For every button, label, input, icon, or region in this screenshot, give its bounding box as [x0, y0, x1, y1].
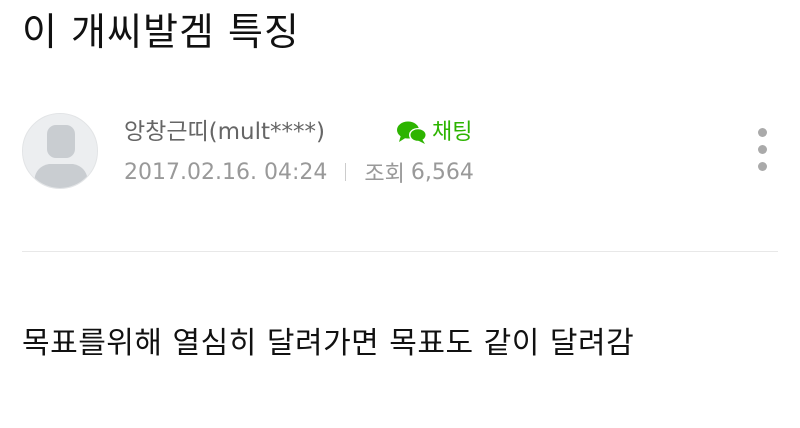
- author-name[interactable]: 앙창근띠(mult****): [124, 116, 325, 148]
- post-body: 목표를위해 열심히 달려가면 목표도 같이 달려감: [22, 326, 635, 361]
- post-meta: 2017.02.16. 04:24 조회 6,564: [124, 156, 474, 188]
- meta-divider: [345, 163, 347, 181]
- post-date: 2017.02.16. 04:24: [124, 159, 328, 185]
- more-options-button[interactable]: [748, 124, 776, 174]
- header-divider: [22, 251, 778, 252]
- vertical-ellipsis-icon: [758, 145, 767, 154]
- chat-button[interactable]: 채팅: [396, 118, 472, 148]
- chat-label: 채팅: [432, 120, 473, 145]
- post-title: 이 개씨발겜 특징: [22, 10, 300, 54]
- view-count-label: 조회: [364, 162, 405, 187]
- author-avatar[interactable]: [22, 113, 98, 189]
- default-user-silhouette-icon: [23, 114, 97, 188]
- view-count: 6,564: [410, 159, 474, 185]
- vertical-ellipsis-icon: [758, 162, 767, 171]
- speech-bubbles-icon: [397, 121, 427, 144]
- vertical-ellipsis-icon: [758, 128, 767, 137]
